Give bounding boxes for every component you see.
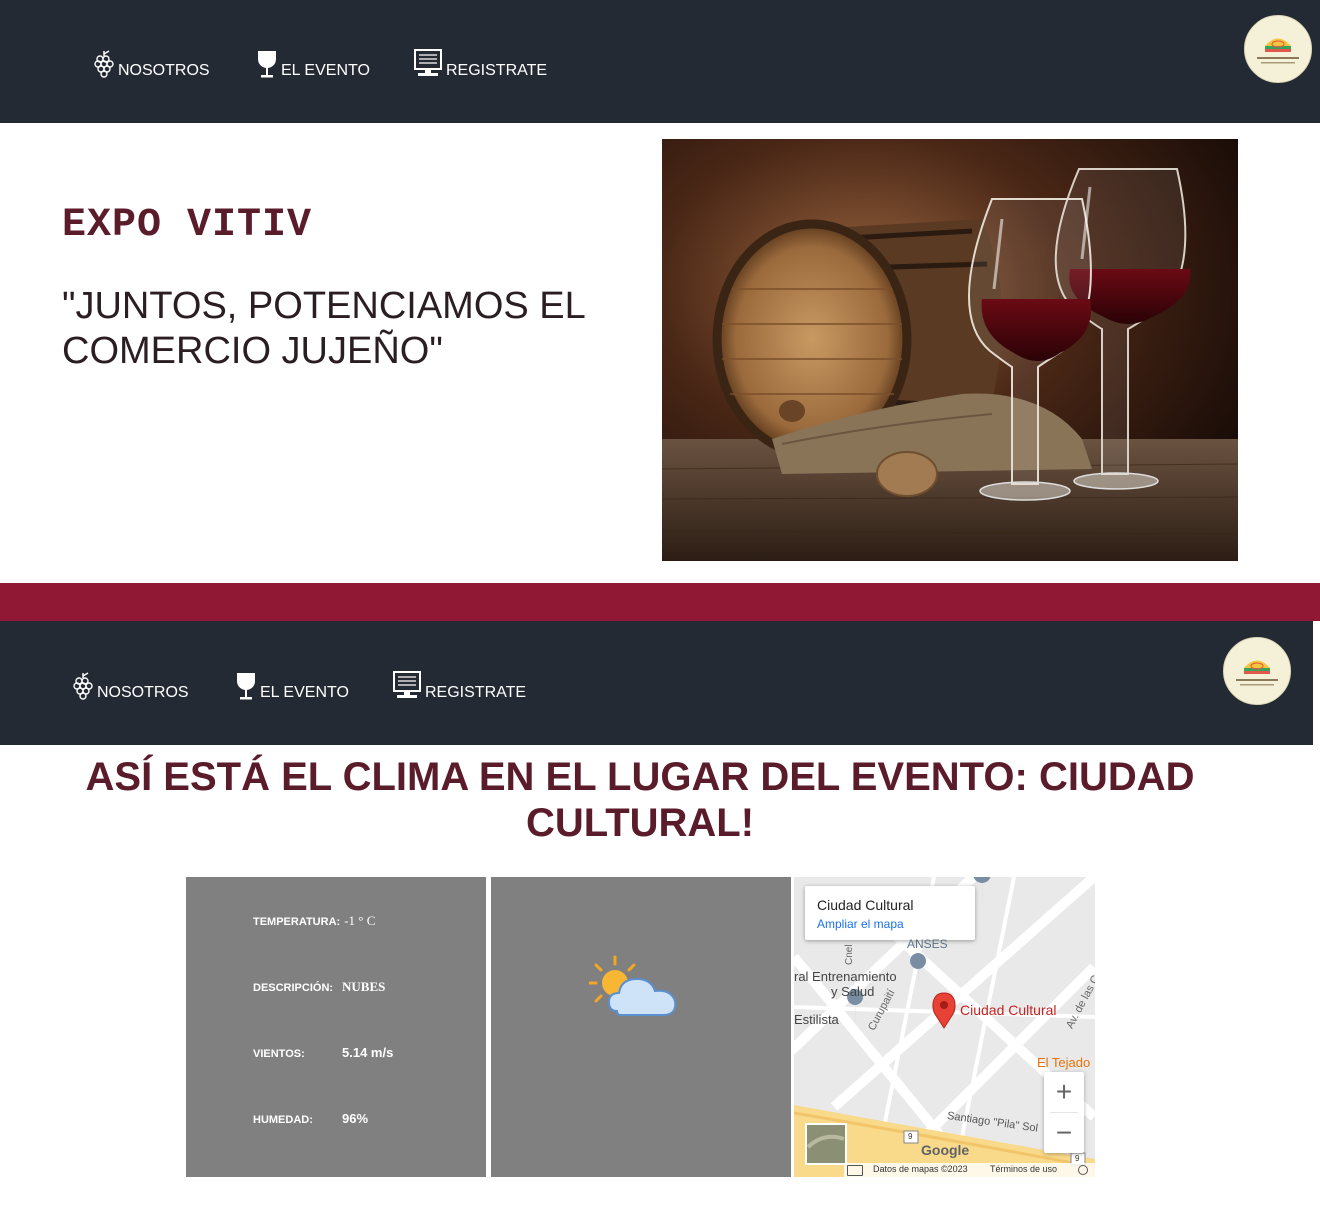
weather-icon-panel — [491, 877, 791, 1177]
temperature-value: -1 ° C — [344, 913, 376, 928]
nav-label: REGISTRATE — [446, 62, 548, 79]
wine-barrel-photo — [662, 139, 1238, 561]
weather-info-panel: TEMPERATURA: -1 ° C DESCRIPCIÓN: NUBES V… — [186, 877, 486, 1177]
map-label-salud: y Salud — [831, 984, 875, 999]
map-zoom-controls: + − — [1044, 1072, 1084, 1153]
wind-value: 5.14 m/s — [342, 1045, 394, 1060]
nav-item-registrate[interactable]: REGISTRATE — [414, 49, 547, 79]
grapes-icon — [73, 672, 93, 700]
weather-row-humidity: HUMEDAD: 96% — [253, 1111, 368, 1126]
temperature-label: TEMPERATURA: — [253, 916, 341, 928]
hero-slogan: "JUNTOS, POTENCIAMOS EL COMERCIO JUJEÑO" — [62, 285, 585, 372]
weather-row-description: DESCRIPCIÓN: NUBES — [253, 979, 385, 995]
description-label: DESCRIPCIÓN: — [253, 982, 334, 994]
nav-item-nosotros[interactable]: NOSOTROS — [73, 671, 189, 701]
humidity-label: HUMEDAD: — [253, 1114, 313, 1126]
wine-glass-icon — [237, 673, 255, 700]
nav-label: EL EVENTO — [281, 62, 370, 79]
description-value: NUBES — [342, 979, 386, 994]
map-label-anses: ANSES — [907, 937, 948, 951]
government-logo[interactable] — [1223, 637, 1291, 705]
nav-item-el-evento[interactable]: EL EVENTO — [257, 50, 370, 79]
route-label-9b: 9 — [1075, 1154, 1080, 1163]
map-marker-label: Ciudad Cultural — [960, 1002, 1057, 1018]
google-logo: Google — [921, 1142, 970, 1158]
computer-icon — [393, 671, 421, 698]
computer-icon — [414, 49, 442, 76]
nav-item-nosotros[interactable]: NOSOTROS — [94, 49, 210, 79]
wind-label: VIENTOS: — [253, 1048, 305, 1060]
nav-label: NOSOTROS — [97, 684, 189, 701]
map-info-card: Ciudad Cultural Ampliar el mapa — [805, 886, 975, 940]
hero-title: EXPO VITIV — [62, 203, 313, 248]
bottom-navbar: NOSOTROS EL EVENTO REGISTRATE — [0, 621, 1313, 745]
weather-row-temperature: TEMPERATURA: -1 ° C — [253, 913, 375, 929]
government-logo[interactable] — [1244, 15, 1312, 83]
keyboard-icon[interactable] — [847, 1165, 863, 1176]
map-label-tejado: El Tejado — [1037, 1055, 1091, 1070]
nav-label: REGISTRATE — [425, 684, 527, 701]
weather-row-wind: VIENTOS: 5.14 m/s — [253, 1045, 393, 1060]
google-map[interactable]: Ciudad Cultural Ampliar el mapa ANSES ra… — [794, 877, 1095, 1177]
map-label-entrenamiento: ral Entrenamiento — [794, 969, 897, 984]
map-card-title: Ciudad Cultural — [817, 897, 914, 913]
top-navbar: NOSOTROS EL EVENTO REGISTRATE — [0, 0, 1320, 123]
grapes-icon — [94, 50, 114, 78]
nav-label: EL EVENTO — [260, 684, 349, 701]
map-footer: Datos de mapas ©2023 Términos de uso — [844, 1163, 1095, 1177]
zoom-out-button[interactable]: − — [1044, 1113, 1084, 1153]
map-label-cnel: Cnel — [844, 944, 855, 965]
nav-item-registrate[interactable]: REGISTRATE — [393, 671, 526, 701]
wine-glass-icon — [258, 51, 276, 78]
nav-item-el-evento[interactable]: EL EVENTO — [236, 672, 349, 701]
partly-cloudy-icon — [589, 955, 677, 1016]
enlarge-map-link[interactable]: Ampliar el mapa — [817, 917, 904, 931]
map-data-credit[interactable]: Datos de mapas ©2023 — [873, 1164, 968, 1174]
map-label-estilista: Estilista — [794, 1012, 839, 1027]
route-label-9: 9 — [908, 1132, 913, 1141]
weather-title: ASÍ ESTÁ EL CLIMA EN EL LUGAR DEL EVENTO… — [85, 755, 1195, 845]
map-terms-link[interactable]: Términos de uso — [990, 1164, 1057, 1174]
zoom-in-button[interactable]: + — [1044, 1072, 1084, 1112]
humidity-value: 96% — [342, 1111, 369, 1126]
nav-label: NOSOTROS — [118, 62, 210, 79]
report-icon[interactable] — [1078, 1165, 1088, 1175]
accent-band — [0, 583, 1320, 621]
